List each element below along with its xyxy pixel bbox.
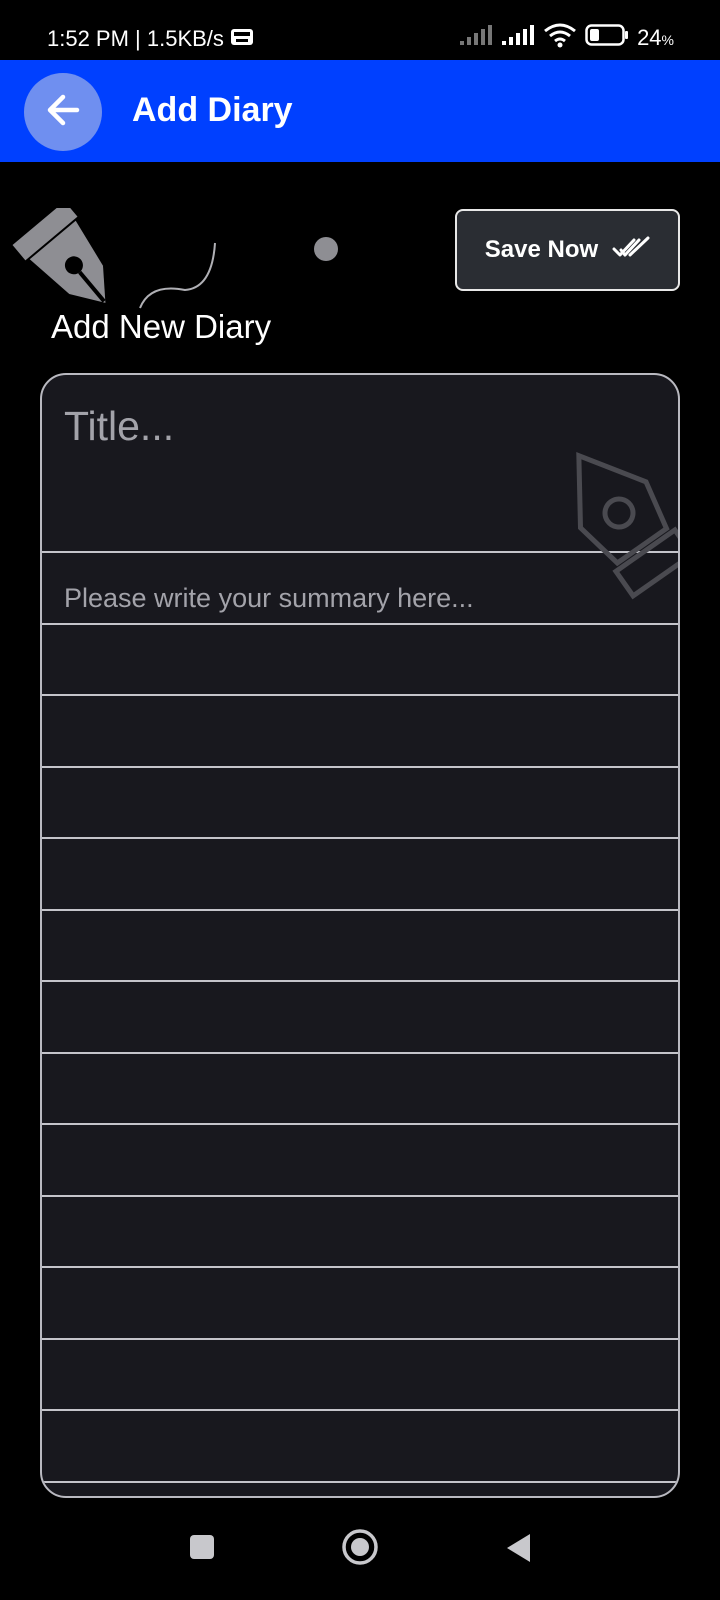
recents-square-icon[interactable] xyxy=(189,1534,215,1565)
battery-unit: % xyxy=(661,31,674,48)
battery-text: 24% xyxy=(637,25,674,51)
title-placeholder: Title... xyxy=(64,403,175,449)
summary-input[interactable]: Please write your summary here... xyxy=(42,553,678,1483)
save-now-button[interactable]: Save Now xyxy=(455,209,680,291)
signal-icon xyxy=(501,24,535,51)
ruled-line xyxy=(42,1125,678,1197)
ruled-line xyxy=(42,1054,678,1125)
summary-placeholder: Please write your summary here... xyxy=(64,583,474,613)
signal-icon xyxy=(459,24,493,51)
back-triangle-icon[interactable] xyxy=(504,1532,532,1569)
arrow-left-icon xyxy=(43,90,83,135)
status-time-speed: 1:52 PM | 1.5KB/s xyxy=(47,26,224,51)
decorative-dot xyxy=(314,237,338,261)
double-check-icon xyxy=(612,236,650,265)
ruled-line xyxy=(42,1268,678,1340)
status-right: 24% xyxy=(459,22,674,53)
wifi-icon xyxy=(543,22,577,53)
status-bar: 1:52 PM | 1.5KB/s 24% xyxy=(0,0,720,60)
hd-badge-icon xyxy=(230,26,254,52)
battery-icon xyxy=(585,24,629,51)
save-now-label: Save Now xyxy=(484,236,599,263)
home-circle-icon[interactable] xyxy=(341,1528,379,1571)
fountain-pen-icon xyxy=(0,201,222,323)
ruled-line xyxy=(42,1340,678,1411)
ruled-line xyxy=(42,1197,678,1268)
ruled-line xyxy=(42,1411,678,1483)
app-bar: Add Diary xyxy=(0,60,720,162)
ruled-line xyxy=(42,911,678,982)
section-title: Add New Diary xyxy=(51,308,272,345)
status-left: 1:52 PM | 1.5KB/s xyxy=(47,26,254,52)
diary-form-card: Title... Please write your summary here.… xyxy=(40,373,680,1498)
ruled-line xyxy=(42,625,678,696)
ruled-line xyxy=(42,839,678,911)
ruled-line xyxy=(42,696,678,768)
system-nav-bar xyxy=(0,1500,720,1600)
battery-percent: 24 xyxy=(637,24,662,50)
ruled-line xyxy=(42,982,678,1054)
app-title: Add Diary xyxy=(132,91,293,129)
back-button[interactable] xyxy=(24,73,102,151)
ruled-line: Please write your summary here... xyxy=(42,553,678,625)
ruled-line xyxy=(42,768,678,839)
